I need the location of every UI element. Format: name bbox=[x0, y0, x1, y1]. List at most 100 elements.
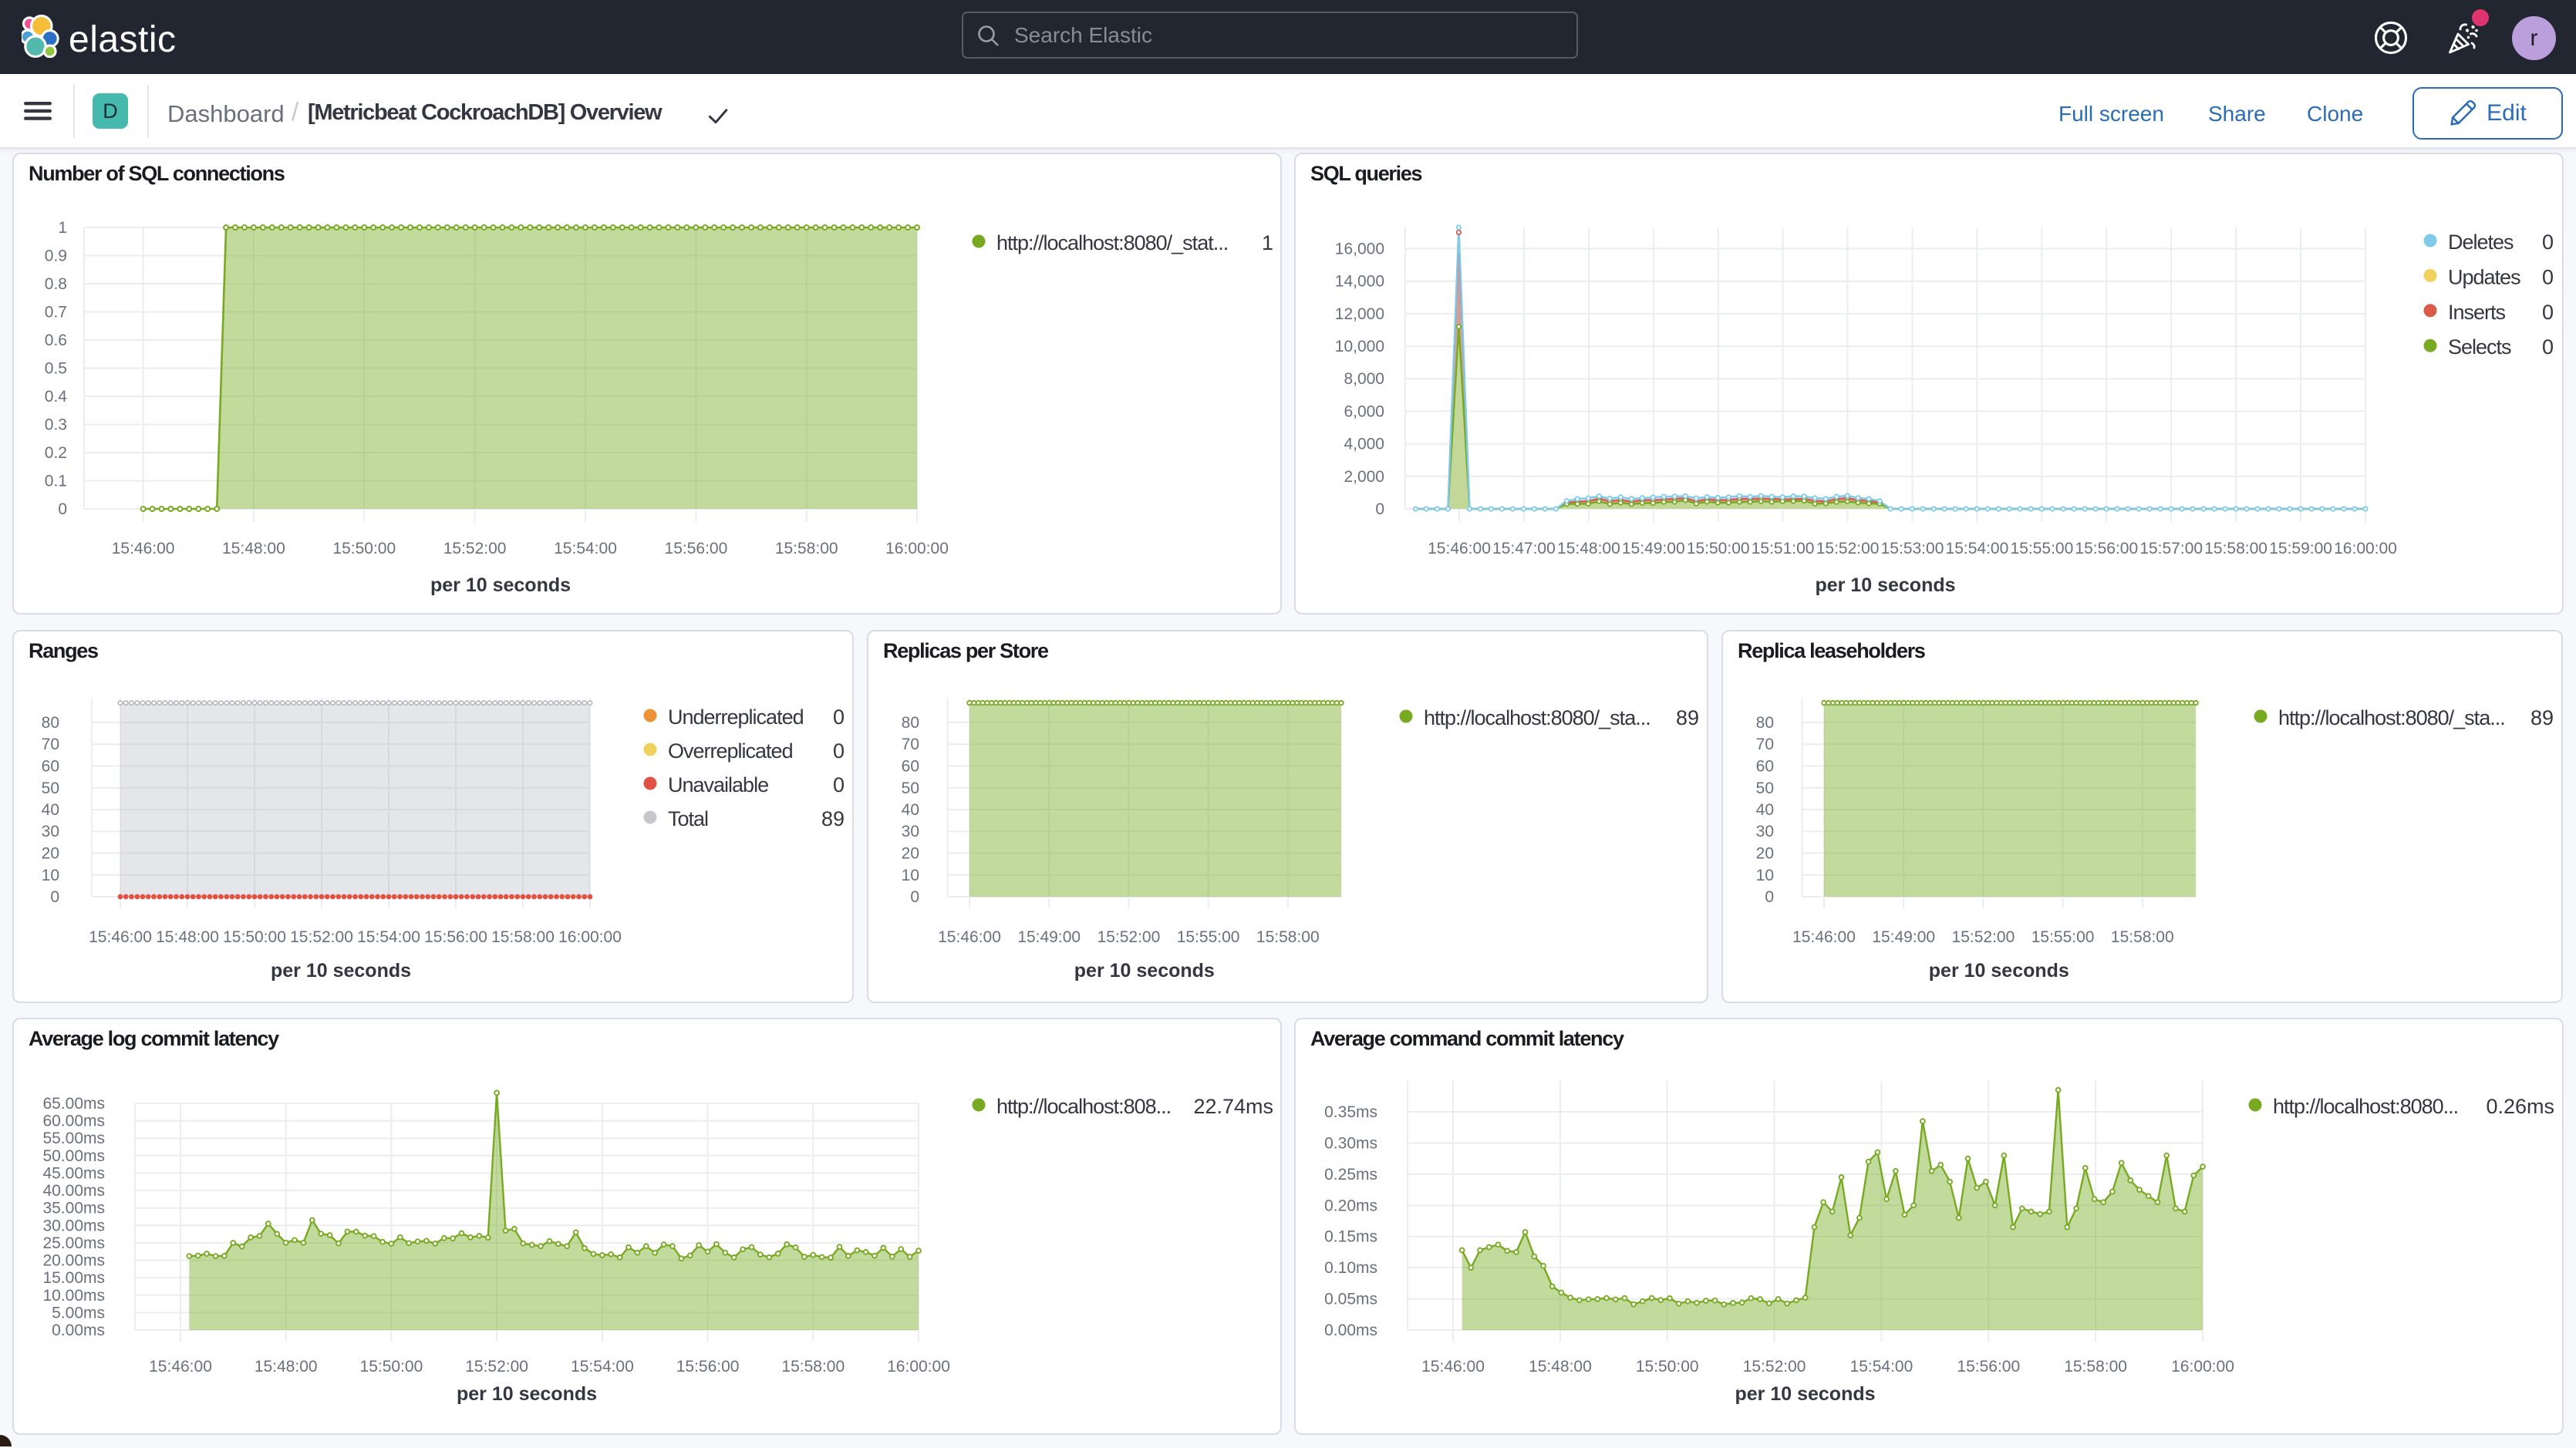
svg-text:89: 89 bbox=[1676, 706, 1699, 729]
svg-text:6,000: 6,000 bbox=[1344, 402, 1384, 420]
svg-text:Inserts: Inserts bbox=[2448, 301, 2506, 324]
svg-text:15:58:00: 15:58:00 bbox=[2111, 928, 2174, 946]
svg-text:0.10ms: 0.10ms bbox=[1324, 1259, 1377, 1277]
svg-text:15:58:00: 15:58:00 bbox=[2064, 1358, 2127, 1376]
svg-text:80: 80 bbox=[42, 714, 59, 732]
svg-text:per 10 seconds: per 10 seconds bbox=[271, 960, 411, 982]
svg-text:0: 0 bbox=[2542, 301, 2554, 324]
svg-text:0: 0 bbox=[50, 888, 59, 906]
svg-text:15:46:00: 15:46:00 bbox=[938, 928, 1001, 946]
svg-text:30: 30 bbox=[902, 823, 919, 840]
svg-text:1: 1 bbox=[58, 219, 67, 237]
svg-text:0.20ms: 0.20ms bbox=[1324, 1197, 1377, 1214]
svg-text:8,000: 8,000 bbox=[1344, 370, 1384, 388]
svg-text:15:50:00: 15:50:00 bbox=[1687, 540, 1750, 557]
svg-text:Total: Total bbox=[668, 807, 708, 830]
svg-text:5.00ms: 5.00ms bbox=[52, 1304, 105, 1322]
svg-text:2,000: 2,000 bbox=[1344, 468, 1384, 486]
svg-text:1: 1 bbox=[1262, 231, 1273, 254]
svg-text:20: 20 bbox=[902, 845, 919, 863]
svg-text:15.00ms: 15.00ms bbox=[42, 1269, 105, 1287]
svg-text:0: 0 bbox=[1765, 888, 1774, 906]
svg-text:55.00ms: 55.00ms bbox=[42, 1130, 105, 1147]
svg-text:80: 80 bbox=[1756, 714, 1774, 732]
svg-text:0.6: 0.6 bbox=[45, 332, 67, 349]
svg-text:15:47:00: 15:47:00 bbox=[1492, 540, 1556, 557]
svg-text:15:58:00: 15:58:00 bbox=[1256, 928, 1320, 946]
svg-text:http://localhost:8080/_sta...: http://localhost:8080/_sta... bbox=[1424, 706, 1650, 729]
svg-text:15:46:00: 15:46:00 bbox=[149, 1358, 212, 1376]
svg-text:15:46:00: 15:46:00 bbox=[1428, 540, 1491, 557]
svg-text:16:00:00: 16:00:00 bbox=[2171, 1358, 2234, 1376]
svg-text:15:50:00: 15:50:00 bbox=[223, 928, 286, 946]
svg-text:15:46:00: 15:46:00 bbox=[1421, 1358, 1485, 1376]
svg-text:0.35ms: 0.35ms bbox=[1324, 1103, 1377, 1121]
svg-text:50: 50 bbox=[42, 780, 59, 797]
svg-text:15:51:00: 15:51:00 bbox=[1752, 540, 1815, 557]
svg-text:per 10 seconds: per 10 seconds bbox=[430, 574, 571, 596]
svg-text:10: 10 bbox=[1756, 867, 1774, 884]
svg-text:15:46:00: 15:46:00 bbox=[89, 928, 152, 946]
svg-text:25.00ms: 25.00ms bbox=[42, 1234, 105, 1252]
svg-text:15:46:00: 15:46:00 bbox=[112, 540, 175, 557]
svg-text:0.7: 0.7 bbox=[45, 304, 67, 322]
svg-text:70: 70 bbox=[902, 736, 919, 753]
svg-text:0.30ms: 0.30ms bbox=[1324, 1134, 1377, 1152]
svg-text:16:00:00: 16:00:00 bbox=[558, 928, 622, 946]
svg-text:15:52:00: 15:52:00 bbox=[1816, 540, 1880, 557]
svg-text:0.8: 0.8 bbox=[45, 275, 67, 293]
svg-text:20: 20 bbox=[42, 845, 59, 863]
svg-text:70: 70 bbox=[42, 736, 59, 753]
svg-text:15:54:00: 15:54:00 bbox=[357, 928, 420, 946]
svg-text:16:00:00: 16:00:00 bbox=[2334, 540, 2397, 557]
svg-text:0: 0 bbox=[910, 888, 919, 906]
svg-text:80: 80 bbox=[902, 714, 919, 732]
svg-text:50: 50 bbox=[1756, 780, 1774, 797]
svg-text:89: 89 bbox=[821, 807, 845, 830]
svg-text:Underreplicated: Underreplicated bbox=[668, 705, 804, 729]
svg-text:Selects: Selects bbox=[2448, 335, 2511, 359]
svg-text:0.26ms: 0.26ms bbox=[2486, 1095, 2554, 1118]
svg-text:60: 60 bbox=[42, 758, 59, 776]
svg-text:0.05ms: 0.05ms bbox=[1324, 1291, 1377, 1308]
svg-text:0: 0 bbox=[58, 500, 67, 518]
svg-text:per 10 seconds: per 10 seconds bbox=[1735, 1383, 1875, 1405]
svg-text:Overreplicated: Overreplicated bbox=[668, 739, 793, 763]
svg-text:12,000: 12,000 bbox=[1335, 305, 1384, 323]
svg-text:10: 10 bbox=[42, 867, 59, 884]
svg-text:0: 0 bbox=[833, 705, 845, 729]
svg-text:15:50:00: 15:50:00 bbox=[332, 540, 396, 557]
svg-text:15:52:00: 15:52:00 bbox=[1952, 928, 2015, 946]
svg-text:15:55:00: 15:55:00 bbox=[1177, 928, 1240, 946]
svg-text:20: 20 bbox=[1756, 845, 1774, 863]
svg-text:15:58:00: 15:58:00 bbox=[775, 540, 838, 557]
svg-text:0.3: 0.3 bbox=[45, 416, 67, 434]
svg-text:0: 0 bbox=[2542, 231, 2554, 254]
svg-text:16:00:00: 16:00:00 bbox=[885, 540, 949, 557]
svg-text:Updates: Updates bbox=[2448, 265, 2520, 288]
svg-text:15:52:00: 15:52:00 bbox=[465, 1358, 528, 1376]
svg-text:15:48:00: 15:48:00 bbox=[255, 1358, 318, 1376]
svg-text:45.00ms: 45.00ms bbox=[42, 1164, 105, 1182]
svg-text:15:56:00: 15:56:00 bbox=[2075, 540, 2138, 557]
svg-text:15:55:00: 15:55:00 bbox=[2031, 928, 2095, 946]
svg-text:15:49:00: 15:49:00 bbox=[1017, 928, 1081, 946]
svg-text:0: 0 bbox=[1375, 500, 1384, 518]
svg-text:60: 60 bbox=[902, 758, 919, 776]
svg-text:0.15ms: 0.15ms bbox=[1324, 1228, 1377, 1246]
svg-text:10.00ms: 10.00ms bbox=[42, 1287, 105, 1305]
svg-text:50.00ms: 50.00ms bbox=[42, 1147, 105, 1165]
svg-text:15:52:00: 15:52:00 bbox=[1743, 1358, 1806, 1376]
svg-text:15:48:00: 15:48:00 bbox=[222, 540, 285, 557]
svg-text:0.5: 0.5 bbox=[45, 360, 67, 378]
svg-text:0.1: 0.1 bbox=[45, 473, 67, 490]
svg-text:40.00ms: 40.00ms bbox=[42, 1182, 105, 1200]
svg-text:50: 50 bbox=[902, 780, 919, 797]
svg-text:60: 60 bbox=[1756, 758, 1774, 776]
svg-text:0: 0 bbox=[833, 773, 845, 796]
svg-text:40: 40 bbox=[902, 801, 919, 819]
svg-text:15:54:00: 15:54:00 bbox=[571, 1358, 634, 1376]
svg-text:0: 0 bbox=[2542, 335, 2554, 359]
svg-text:per 10 seconds: per 10 seconds bbox=[1815, 574, 1955, 596]
svg-text:15:56:00: 15:56:00 bbox=[1957, 1358, 2020, 1376]
